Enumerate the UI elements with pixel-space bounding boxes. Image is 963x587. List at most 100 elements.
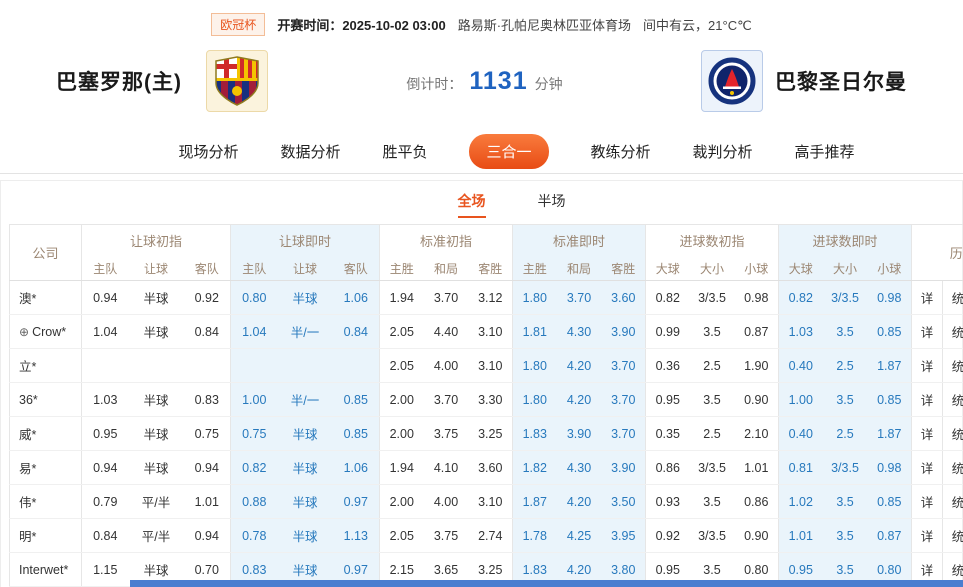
- odds-cell: 2.05: [380, 519, 424, 553]
- odds-cell: 3.70: [424, 281, 469, 315]
- countdown-unit: 分钟: [535, 74, 563, 94]
- tab-half-match[interactable]: 半场: [538, 191, 566, 218]
- sub-header: 客队: [333, 257, 380, 281]
- tab-live-analysis[interactable]: 现场分析: [178, 141, 238, 162]
- detail-link[interactable]: 详: [912, 519, 943, 553]
- odds-cell: 0.85: [333, 383, 380, 417]
- stats-link[interactable]: 统: [943, 451, 963, 485]
- odds-cell: 1.02: [779, 485, 823, 519]
- detail-link[interactable]: 详: [912, 485, 943, 519]
- odds-cell: 0.87: [735, 315, 779, 349]
- odds-cell: 1.04: [82, 315, 129, 349]
- detail-link[interactable]: 详: [912, 451, 943, 485]
- stats-link[interactable]: 统: [943, 519, 963, 553]
- detail-link[interactable]: 详: [912, 315, 943, 349]
- stats-link[interactable]: 统: [943, 281, 963, 315]
- match-header: 巴塞罗那(主): [0, 50, 963, 112]
- stats-link[interactable]: 统: [943, 315, 963, 349]
- company-name[interactable]: 36*: [10, 383, 82, 417]
- odds-cell: 1.01: [779, 519, 823, 553]
- stats-link[interactable]: 统: [943, 417, 963, 451]
- company-logo-icon: ⊕: [19, 325, 29, 339]
- league-badge[interactable]: 欧冠杯: [211, 13, 265, 36]
- tab-win-draw-lose[interactable]: 胜平负: [382, 141, 427, 162]
- odds-table-body: 澳*0.94半球0.920.80半球1.061.943.703.121.803.…: [10, 281, 963, 587]
- sub-header: 小球: [868, 257, 912, 281]
- odds-cell: 0.36: [646, 349, 690, 383]
- odds-cell: 3.60: [469, 451, 513, 485]
- home-team-name[interactable]: 巴塞罗那(主): [56, 66, 182, 96]
- sub-header: 主胜: [513, 257, 557, 281]
- tab-data-analysis[interactable]: 数据分析: [280, 141, 340, 162]
- odds-cell: 0.98: [735, 281, 779, 315]
- company-name[interactable]: 伟*: [10, 485, 82, 519]
- odds-cell: 0.87: [868, 519, 912, 553]
- odds-cell: 3.5: [690, 485, 735, 519]
- company-name[interactable]: 立*: [10, 349, 82, 383]
- tab-referee-analysis[interactable]: 裁判分析: [693, 141, 753, 162]
- odds-cell: 0.86: [735, 485, 779, 519]
- detail-link[interactable]: 详: [912, 417, 943, 451]
- odds-cell: 0.82: [646, 281, 690, 315]
- detail-link[interactable]: 详: [912, 383, 943, 417]
- odds-cell: 0.86: [646, 451, 690, 485]
- odds-cell: 3.30: [469, 383, 513, 417]
- company-name[interactable]: 澳*: [10, 281, 82, 315]
- odds-cell: 0.85: [868, 315, 912, 349]
- tab-coach-analysis[interactable]: 教练分析: [591, 141, 651, 162]
- detail-link[interactable]: 详: [912, 349, 943, 383]
- group-header-4: 进球数初指: [646, 225, 779, 257]
- odds-cell: 3.10: [469, 485, 513, 519]
- odds-cell: 3.25: [469, 417, 513, 451]
- odds-cell: 0.90: [735, 519, 779, 553]
- odds-cell: [333, 349, 380, 383]
- odds-cell: 3.70: [557, 281, 602, 315]
- odds-table-head: 公司让球初指让球即时标准初指标准即时进球数初指进球数即时历史主队让球客队主队让球…: [10, 225, 963, 281]
- odds-cell: 0.75: [184, 417, 231, 451]
- odds-cell: 3.70: [602, 383, 646, 417]
- venue-text: 路易斯·孔帕尼奥林匹亚体育场: [458, 15, 631, 34]
- odds-cell: 半球: [278, 451, 333, 485]
- odds-cell: 1.90: [735, 349, 779, 383]
- odds-cell: 3/3.5: [823, 281, 868, 315]
- odds-cell: 3.10: [469, 315, 513, 349]
- group-header-3: 标准即时: [513, 225, 646, 257]
- odds-cell: 3.5: [823, 485, 868, 519]
- company-name[interactable]: 易*: [10, 451, 82, 485]
- company-name[interactable]: 威*: [10, 417, 82, 451]
- odds-cell: 3.90: [557, 417, 602, 451]
- odds-cell: [278, 349, 333, 383]
- odds-cell: 2.00: [380, 417, 424, 451]
- sub-header: 让球: [278, 257, 333, 281]
- odds-cell: 4.30: [557, 451, 602, 485]
- company-name[interactable]: ⊕Crow*: [10, 315, 82, 349]
- odds-cell: 2.05: [380, 349, 424, 383]
- odds-cell: 1.13: [333, 519, 380, 553]
- odds-cell: [231, 349, 278, 383]
- odds-cell: 4.25: [557, 519, 602, 553]
- away-team-name[interactable]: 巴黎圣日尔曼: [775, 66, 907, 96]
- odds-cell: 3.90: [602, 315, 646, 349]
- odds-cell: 1.06: [333, 451, 380, 485]
- odds-cell: 3.10: [469, 349, 513, 383]
- company-name[interactable]: 明*: [10, 519, 82, 553]
- tab-three-in-one[interactable]: 三合一: [469, 134, 548, 169]
- odds-cell: 2.5: [690, 417, 735, 451]
- odds-cell: 0.95: [82, 417, 129, 451]
- odds-cell: 2.5: [823, 417, 868, 451]
- odds-cell: 1.00: [231, 383, 278, 417]
- odds-cell: [129, 349, 184, 383]
- tab-full-match[interactable]: 全场: [458, 191, 486, 218]
- odds-cell: 半球: [278, 485, 333, 519]
- odds-cell: 半/一: [278, 315, 333, 349]
- kickoff-value: 2025-10-02 03:00: [342, 18, 445, 33]
- stats-link[interactable]: 统: [943, 383, 963, 417]
- odds-cell: 0.99: [646, 315, 690, 349]
- stats-link[interactable]: 统: [943, 485, 963, 519]
- tab-expert-picks[interactable]: 高手推荐: [795, 141, 855, 162]
- detail-link[interactable]: 详: [912, 281, 943, 315]
- odds-cell: 1.01: [735, 451, 779, 485]
- company-name[interactable]: Interwet*: [10, 553, 82, 587]
- stats-link[interactable]: 统: [943, 349, 963, 383]
- company-column-header: 公司: [10, 225, 82, 281]
